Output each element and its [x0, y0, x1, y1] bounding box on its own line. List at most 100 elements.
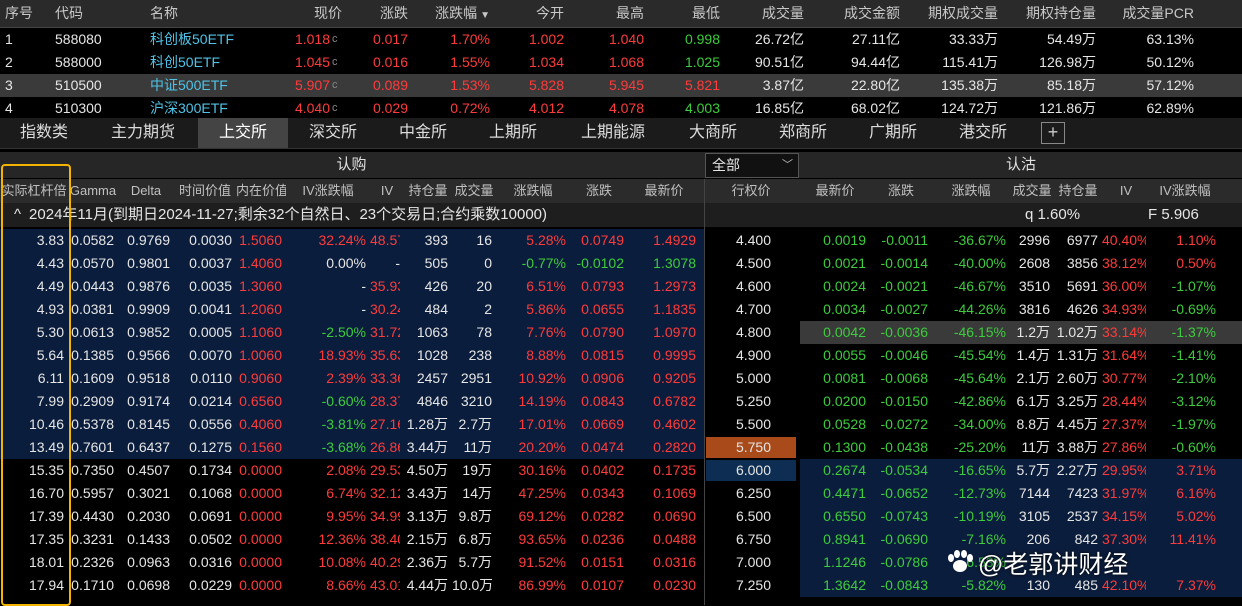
put-chg: -0.0150	[880, 393, 928, 409]
expiry-label[interactable]: ^ 2024年11月(到期日2024-11-27;剩余32个自然日、23个交易日;…	[14, 203, 547, 227]
quote-header-4[interactable]: 涨跌	[352, 0, 408, 27]
call-col-header-4[interactable]: 内在价值	[236, 179, 286, 203]
put-col-header-6[interactable]: IV涨跌幅	[1150, 179, 1220, 203]
expiry-bar[interactable]: ^ 2024年11月(到期日2024-11-27;剩余32个自然日、23个交易日;…	[0, 203, 1242, 227]
quote-row[interactable]: 1 588080 科创板50ETF 1.018 c 0.017 1.70% 1.002 1.04…	[0, 28, 1242, 51]
option-chain-row[interactable]: 16.700.59570.30210.10680.00006.74%32.12%…	[0, 482, 1242, 505]
quote-header-11[interactable]: 期权成交量	[910, 0, 998, 27]
call-col-header-7[interactable]: 持仓量	[404, 179, 452, 203]
strike-price[interactable]: 6.250	[705, 482, 771, 505]
option-chain-row[interactable]: 7.990.29090.91740.02140.6560-0.60%28.37%…	[0, 390, 1242, 413]
option-chain-row[interactable]: 3.830.05820.97690.00301.506032.24%48.57%…	[0, 229, 1242, 252]
quote-header-0[interactable]: 序号	[5, 0, 45, 27]
quote-header-6[interactable]: 今开	[500, 0, 564, 27]
call-col-header-1[interactable]: Gamma	[68, 179, 118, 203]
tab-3[interactable]: 深交所	[288, 118, 378, 148]
strike-price[interactable]: 4.700	[705, 298, 771, 321]
strike-price[interactable]: 7.000	[705, 551, 771, 574]
strike-price[interactable]: 5.500	[705, 413, 771, 436]
call-col-header-6[interactable]: IV	[370, 179, 404, 203]
call-delta: 0.0963	[127, 554, 170, 570]
tab-4[interactable]: 中金所	[378, 118, 468, 148]
quote-row[interactable]: 2 588000 科创50ETF 1.045 c 0.016 1.55% 1.034 1.068…	[0, 51, 1242, 74]
strike-price[interactable]: 4.800	[705, 321, 771, 344]
add-tab-button[interactable]: +	[1041, 122, 1065, 144]
quote-row[interactable]: 3 510500 中证500ETF 5.907 c 0.089 1.53% 5.828 5.94…	[0, 74, 1242, 97]
strike-price[interactable]: 5.000	[705, 367, 771, 390]
call-chg: 0.0107	[581, 577, 624, 593]
put-col-header-2[interactable]: 涨跌幅	[932, 179, 1010, 203]
put-chg: -0.0786	[880, 554, 928, 570]
call-ivchg: 2.39%	[326, 370, 366, 386]
call-col-header-3[interactable]: 时间价值	[174, 179, 236, 203]
option-chain-row[interactable]: 10.460.53780.81450.05560.4060-3.81%27.16…	[0, 413, 1242, 436]
option-chain-row[interactable]: 6.110.16090.95180.01100.90602.39%33.36%2…	[0, 367, 1242, 390]
strike-col-header[interactable]: 行权价	[705, 179, 797, 203]
option-chain-row[interactable]: 4.930.03810.99090.00411.2060-30.24%48425…	[0, 298, 1242, 321]
strike-price[interactable]: 4.400	[705, 229, 771, 252]
put-col-header-4[interactable]: 持仓量	[1054, 179, 1102, 203]
filter-select[interactable]: 全部 ﹀	[705, 153, 799, 178]
quote-header-3[interactable]: 现价	[270, 0, 342, 27]
strike-price[interactable]: 6.750	[705, 528, 771, 551]
quote-cell-code: 588000	[55, 54, 102, 70]
option-chain-row[interactable]: 15.350.73500.45070.17340.00002.08%29.53%…	[0, 459, 1242, 482]
strike-price[interactable]: 5.750	[705, 436, 771, 459]
put-last: 1.3642	[823, 577, 866, 593]
quote-header-8[interactable]: 最低	[654, 0, 720, 27]
strike-price[interactable]: 5.250	[705, 390, 771, 413]
quote-header-1[interactable]: 代码	[55, 0, 145, 27]
quote-header-13[interactable]: 成交量PCR	[1106, 0, 1194, 27]
strike-price[interactable]: 6.500	[705, 505, 771, 528]
tab-1[interactable]: 主力期货	[88, 118, 198, 148]
call-vol: 20	[476, 278, 492, 294]
call-vol: 6.8万	[458, 531, 492, 547]
tab-9[interactable]: 广期所	[848, 118, 938, 148]
call-col-header-9[interactable]: 涨跌幅	[496, 179, 570, 203]
option-chain-row[interactable]: 17.390.44300.20300.06910.00009.95%34.99%…	[0, 505, 1242, 528]
call-col-header-5[interactable]: IV涨跌幅	[286, 179, 370, 203]
put-ivchg	[1150, 551, 1216, 574]
tab-6[interactable]: 上期能源	[558, 118, 668, 148]
put-col-header-0[interactable]: 最新价	[800, 179, 870, 203]
quote-row[interactable]: 4 510300 沪深300ETF 4.040 c 0.029 0.72% 4.012 4.07…	[0, 97, 1242, 120]
quote-cell-code: 510500	[55, 77, 102, 93]
quote-header-7[interactable]: 最高	[574, 0, 644, 27]
put-col-header-3[interactable]: 成交量	[1010, 179, 1054, 203]
strike-price[interactable]: 4.500	[705, 252, 771, 275]
tab-5[interactable]: 上期所	[468, 118, 558, 148]
tab-10[interactable]: 港交所	[938, 118, 1028, 148]
quote-header-12[interactable]: 期权持仓量	[1008, 0, 1096, 27]
put-last: 0.4471	[823, 485, 866, 501]
quote-header-5[interactable]: 涨跌幅 ▼	[418, 0, 490, 27]
call-col-header-10[interactable]: 涨跌	[570, 179, 628, 203]
put-ivchg: 11.41%	[1169, 531, 1216, 547]
tab-0[interactable]: 指数类	[0, 118, 88, 148]
put-pct: -10.19%	[953, 508, 1006, 524]
strike-price[interactable]: 6.000	[705, 459, 771, 482]
option-chain-row[interactable]: 13.490.76010.64370.12750.1560-3.68%26.86…	[0, 436, 1242, 459]
put-col-header-5[interactable]: IV	[1102, 179, 1150, 203]
quote-header-2[interactable]: 名称	[150, 0, 260, 27]
option-chain-row[interactable]: 5.300.06130.98520.00051.1060-2.50%31.72%…	[0, 321, 1242, 344]
put-ivchg: 3.71%	[1176, 462, 1216, 478]
strike-price[interactable]: 7.250	[705, 574, 771, 597]
call-iv: 30.24%	[370, 301, 400, 317]
call-col-header-2[interactable]: Delta	[118, 179, 174, 203]
tab-2[interactable]: 上交所	[198, 118, 288, 148]
tab-7[interactable]: 大商所	[668, 118, 758, 148]
quote-cell-chg: 0.017	[372, 31, 408, 47]
sort-desc-icon[interactable]: ▼	[480, 10, 490, 21]
tab-8[interactable]: 郑商所	[758, 118, 848, 148]
call-col-header-8[interactable]: 成交量	[452, 179, 496, 203]
option-chain-row[interactable]: 5.640.13850.95660.00701.006018.93%35.63%…	[0, 344, 1242, 367]
put-col-header-1[interactable]: 涨跌	[870, 179, 932, 203]
strike-price[interactable]: 4.900	[705, 344, 771, 367]
quote-header-9[interactable]: 成交量	[730, 0, 804, 27]
call-chg: 0.0906	[581, 370, 624, 386]
option-chain-row[interactable]: 4.43 0.0570 0.9801 0.0037 1.4060 0.00% -505 0 -0…	[0, 252, 1242, 275]
option-chain-row[interactable]: 4.490.04430.98760.00351.3060-35.93%42620…	[0, 275, 1242, 298]
strike-price[interactable]: 4.600	[705, 275, 771, 298]
quote-header-10[interactable]: 成交金额	[814, 0, 900, 27]
call-col-header-11[interactable]: 最新价	[628, 179, 700, 203]
